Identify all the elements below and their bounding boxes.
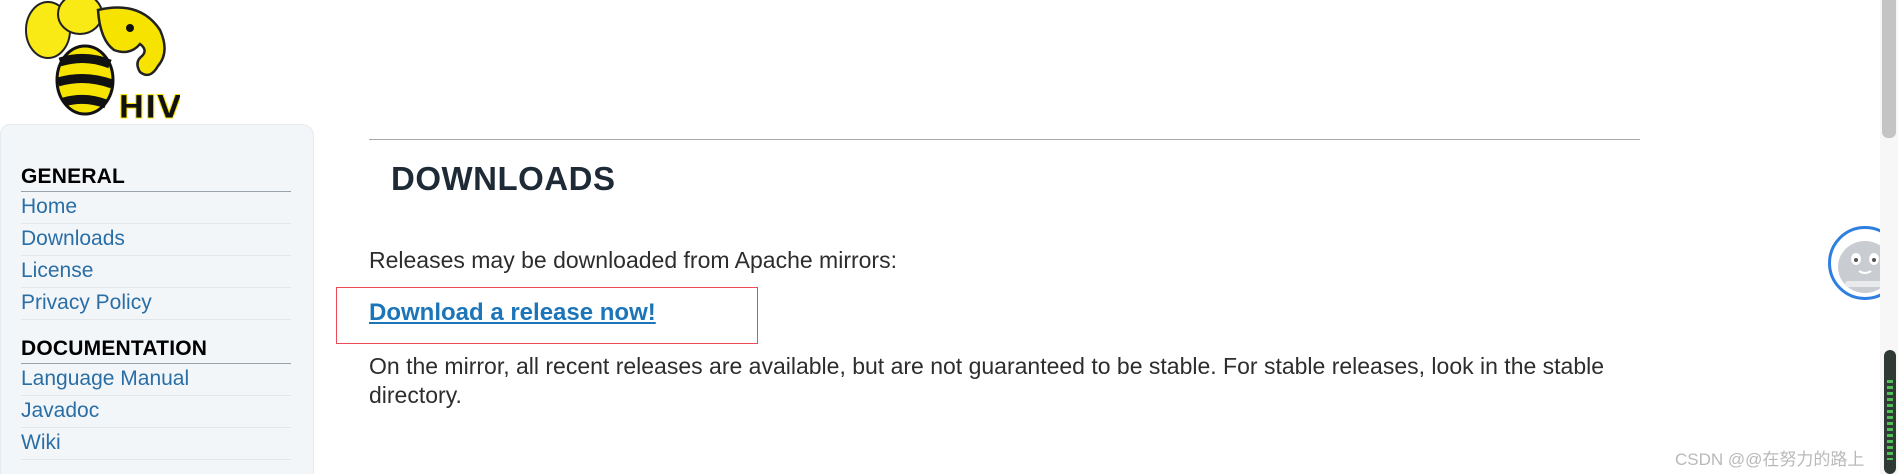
nav-heading-documentation: DOCUMENTATION [21,337,291,364]
nav-section-documentation: DOCUMENTATION Language Manual Javadoc Wi… [21,337,291,460]
intro-text: Releases may be downloaded from Apache m… [369,247,897,273]
scrollbar-thumb[interactable] [1882,0,1896,138]
mirror-note: On the mirror, all recent releases are a… [369,353,1605,408]
nav-item-home[interactable]: Home [21,192,291,224]
hive-logo[interactable]: HIVE [10,0,204,127]
nav-item-downloads[interactable]: Downloads [21,224,291,256]
page-title: DOWNLOADS [391,160,616,197]
sidebar: GENERAL Home Downloads License Privacy P… [0,124,314,474]
logo-text: HIVE [118,88,180,122]
nav-heading-general: GENERAL [21,165,291,192]
watermark: CSDN @@在努力的路上 [1675,450,1865,469]
nav-item-license[interactable]: License [21,256,291,288]
hive-logo-image: HIVE [25,0,204,127]
nav-item-javadoc[interactable]: Javadoc [21,396,291,428]
vertical-scrollbar[interactable] [1880,0,1898,474]
nav-section-general: GENERAL Home Downloads License Privacy P… [21,165,291,320]
nav-item-privacy-policy[interactable]: Privacy Policy [21,288,291,320]
header-divider [369,139,1640,140]
download-release-link[interactable]: Download a release now! [369,299,656,327]
nav-item-wiki[interactable]: Wiki [21,428,291,460]
scrollbar-markers [1887,380,1893,460]
nav-item-language-manual[interactable]: Language Manual [21,364,291,396]
